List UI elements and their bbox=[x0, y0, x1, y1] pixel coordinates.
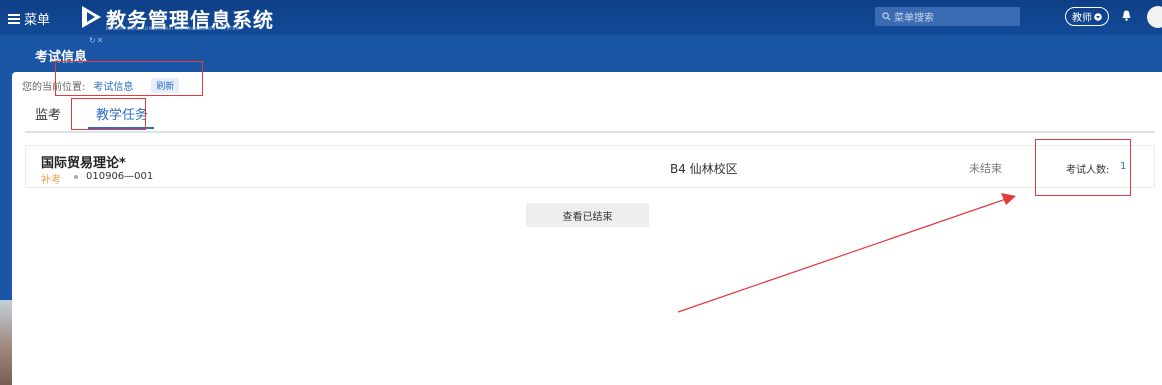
annotation-arrow bbox=[677, 193, 1016, 313]
